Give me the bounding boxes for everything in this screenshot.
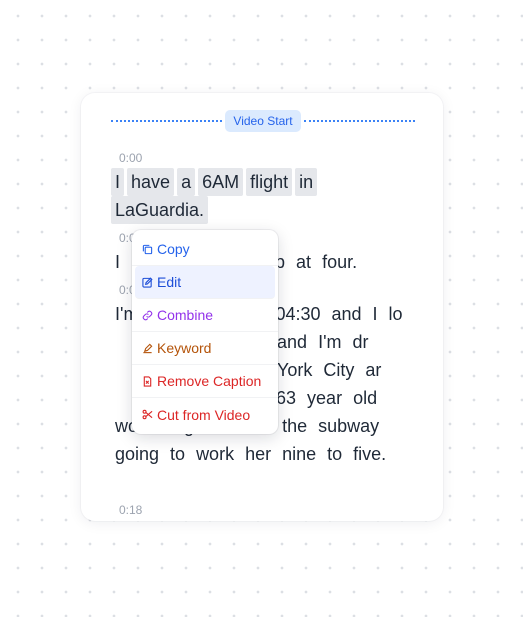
keyword-icon bbox=[142, 343, 153, 354]
caption-word[interactable]: nine bbox=[278, 440, 320, 468]
caption-word[interactable]: her bbox=[241, 440, 275, 468]
caption-word[interactable]: to bbox=[166, 440, 189, 468]
menu-item-combine[interactable]: Combine bbox=[132, 299, 278, 332]
link-icon bbox=[142, 310, 153, 321]
caption-word[interactable]: going bbox=[111, 440, 163, 468]
menu-item-copy[interactable]: Copy bbox=[132, 233, 278, 266]
menu-item-keyword[interactable]: Keyword bbox=[132, 332, 278, 365]
menu-item-edit[interactable]: Edit bbox=[135, 266, 275, 299]
caption-word[interactable]: a bbox=[177, 168, 195, 196]
caption-word[interactable]: work bbox=[192, 440, 238, 468]
video-start-label: Video Start bbox=[225, 110, 300, 132]
caption-word[interactable]: the bbox=[278, 412, 311, 440]
scissors-icon bbox=[142, 409, 153, 420]
caption-word[interactable]: flight bbox=[246, 168, 292, 196]
menu-item-label: Edit bbox=[157, 274, 181, 290]
caption-word[interactable]: I'm bbox=[314, 328, 345, 356]
caption-word[interactable]: I bbox=[111, 168, 124, 196]
caption-word[interactable]: old bbox=[349, 384, 381, 412]
caption-word[interactable]: LaGuardia. bbox=[111, 196, 208, 224]
caption-segment[interactable]: I have a 6AM flight in LaGuardia. bbox=[111, 168, 411, 224]
caption-word[interactable]: to bbox=[323, 440, 346, 468]
caption-word[interactable]: in bbox=[295, 168, 317, 196]
menu-item-label: Copy bbox=[157, 241, 190, 257]
caption-word[interactable]: I bbox=[111, 248, 124, 276]
caption-timestamp: 0:18 bbox=[119, 503, 142, 517]
caption-timestamp: 0:00 bbox=[119, 151, 142, 165]
menu-item-label: Keyword bbox=[157, 340, 211, 356]
caption-word[interactable]: have bbox=[127, 168, 174, 196]
caption-editor-card: Video Start 0:00 I have a 6AM flight in … bbox=[81, 93, 443, 521]
menu-item-cut-from-video[interactable]: Cut from Video bbox=[132, 398, 278, 431]
caption-word[interactable]: at bbox=[292, 248, 315, 276]
marker-line-right bbox=[304, 120, 415, 122]
caption-word[interactable]: year bbox=[303, 384, 346, 412]
edit-icon bbox=[142, 277, 153, 288]
caption-word[interactable]: subway bbox=[314, 412, 383, 440]
caption-word[interactable]: and bbox=[327, 300, 365, 328]
menu-item-label: Cut from Video bbox=[157, 407, 250, 423]
caption-word[interactable]: City bbox=[319, 356, 358, 384]
caption-word[interactable]: York bbox=[273, 356, 316, 384]
marker-line-left bbox=[111, 120, 222, 122]
menu-item-label: Remove Caption bbox=[157, 373, 261, 389]
video-start-marker: Video Start bbox=[111, 110, 415, 132]
caption-word[interactable]: dr bbox=[349, 328, 373, 356]
caption-context-menu: Copy Edit Combine Keyword Remove Caption… bbox=[132, 230, 278, 434]
caption-word[interactable]: lo bbox=[385, 300, 407, 328]
caption-word[interactable]: 04:30 bbox=[271, 300, 324, 328]
caption-word[interactable]: four. bbox=[318, 248, 361, 276]
copy-icon bbox=[142, 244, 153, 255]
caption-word[interactable]: 6AM bbox=[198, 168, 243, 196]
caption-word[interactable]: ar bbox=[361, 356, 385, 384]
caption-word[interactable]: I bbox=[369, 300, 382, 328]
remove-file-icon bbox=[142, 376, 153, 387]
menu-item-label: Combine bbox=[157, 307, 213, 323]
caption-word[interactable]: five. bbox=[349, 440, 390, 468]
caption-word[interactable]: and bbox=[273, 328, 311, 356]
menu-item-remove-caption[interactable]: Remove Caption bbox=[132, 365, 278, 398]
